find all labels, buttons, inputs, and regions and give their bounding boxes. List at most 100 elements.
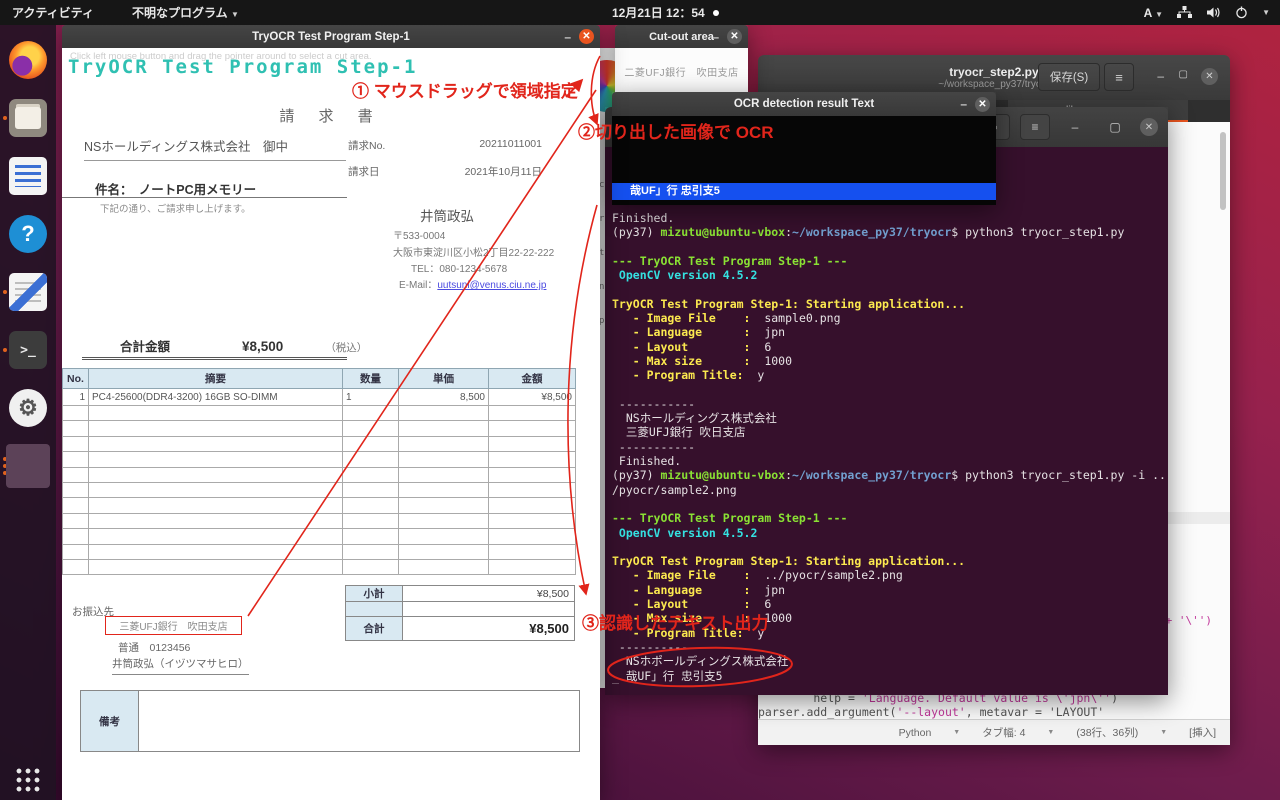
- invoice-date-label: 請求日: [348, 164, 380, 179]
- tax-included-note: （税込）: [325, 340, 367, 355]
- tax-label: [346, 602, 403, 617]
- invoice-number-row: 請求No. 20211011001: [348, 138, 542, 153]
- grand-total-row: 合計金額 ¥8,500 （税込）: [120, 336, 410, 355]
- terminal-line: [612, 240, 1166, 254]
- dock-item-tryocr-app[interactable]: [0, 439, 56, 493]
- terminal-line: █: [612, 683, 1166, 695]
- invoice-items-table: No.摘要数量単価金額1PC4-25600(DDR4-3200) 16GB SO…: [62, 368, 576, 575]
- invoice-date-value: 2021年10月11日: [465, 164, 542, 179]
- dock-item-settings[interactable]: ⚙: [0, 381, 56, 435]
- invoice-customer: NSホールディングス株式会社 御中: [84, 136, 346, 161]
- column-header: 金額: [489, 369, 576, 389]
- tryocr-window-title: TryOCR Test Program Step-1: [252, 31, 410, 43]
- grand-total-underline: [82, 357, 347, 360]
- dock-item-help[interactable]: ?: [0, 207, 56, 261]
- terminal-line: - Image File : ../pyocr/sample2.png: [612, 568, 1166, 582]
- ocr-result-selected-row[interactable]: 哉UF」行 忠引支5: [612, 183, 996, 200]
- chevron-down-icon: ▼: [1047, 729, 1054, 736]
- invoice-image-canvas[interactable]: Click left mouse button and drag the poi…: [62, 48, 600, 800]
- terminal-line: - Program Title: y: [612, 368, 1166, 382]
- bank-name: 三菱UFJ銀行 吹田支店: [119, 618, 227, 633]
- tryocr-app-icon: [6, 444, 50, 488]
- files-icon: [9, 99, 47, 137]
- terminal-body[interactable]: Finished.(py37) mizutu@ubuntu-vbox:~/wor…: [605, 147, 1168, 695]
- dock: ? >_ ⚙: [0, 25, 56, 800]
- hamburger-menu-icon[interactable]: ≡: [1020, 114, 1050, 140]
- clock-text: 12月21日 12：54: [612, 4, 705, 21]
- terminal-line: (py37) mizutu@ubuntu-vbox:~/workspace_py…: [612, 468, 1166, 482]
- power-icon[interactable]: [1235, 6, 1248, 19]
- invoice-greeting: 下記の通り、ご請求申し上げます。: [100, 201, 251, 215]
- close-icon[interactable]: ✕: [579, 29, 594, 44]
- volume-icon[interactable]: [1206, 6, 1221, 19]
- program-title-overlay: TryOCR Test Program Step-1: [68, 56, 417, 78]
- minimize-button[interactable]: –: [1060, 114, 1090, 140]
- dock-item-terminal[interactable]: >_: [0, 323, 56, 377]
- save-button[interactable]: 保存(S): [1038, 63, 1100, 91]
- clock[interactable]: 12月21日 12：54: [612, 4, 719, 21]
- terminal-line: --- TryOCR Test Program Step-1 ---: [612, 511, 1166, 525]
- settings-icon: ⚙: [9, 389, 47, 427]
- issuer-tel: TEL：080-1234-5678: [411, 260, 507, 275]
- terminal-line: - Max size : 1000: [612, 611, 1166, 625]
- table-empty-row: [63, 513, 576, 528]
- terminal-line: NSホポールディングス株式会社: [612, 654, 1166, 668]
- column-header: 単価: [399, 369, 489, 389]
- input-method-indicator[interactable]: A ▼: [1144, 6, 1164, 20]
- ocr-titlebar[interactable]: OCR detection result Text – ✕: [612, 92, 996, 116]
- chevron-down-icon: ▼: [1155, 10, 1163, 19]
- terminal-line: [612, 540, 1166, 554]
- statusbar-position: (38行、36列): [1076, 725, 1138, 740]
- terminal-line: -----------: [612, 397, 1166, 411]
- table-empty-row: [63, 421, 576, 436]
- chevron-down-icon[interactable]: ▼: [1262, 8, 1270, 17]
- close-icon[interactable]: ✕: [1140, 118, 1158, 136]
- statusbar-language[interactable]: Python: [899, 727, 932, 739]
- terminal-output: Finished.(py37) mizutu@ubuntu-vbox:~/wor…: [612, 211, 1166, 695]
- terminal-line: Finished.: [612, 454, 1166, 468]
- dock-item-libreoffice-writer[interactable]: [0, 149, 56, 203]
- invoice-date-row: 請求日 2021年10月11日: [348, 164, 542, 179]
- code-line: parser.add_argument('--layout', metavar …: [758, 705, 1230, 719]
- issuer-email-link[interactable]: uutsuni@venus.ciu.ne.jp: [437, 280, 546, 291]
- tryocr-titlebar[interactable]: TryOCR Test Program Step-1 – ✕: [62, 25, 600, 48]
- network-icon[interactable]: [1177, 6, 1192, 19]
- terminal-line: - Language : jpn: [612, 583, 1166, 597]
- activities-button[interactable]: アクティビティ: [12, 4, 94, 21]
- terminal-line: - Image File : sample0.png: [612, 311, 1166, 325]
- minimize-button[interactable]: –: [1157, 69, 1164, 83]
- subject-underline: [62, 197, 347, 198]
- minimize-button[interactable]: –: [960, 99, 967, 109]
- invoice-doc-title: 請 求 書: [62, 105, 600, 126]
- close-icon[interactable]: ✕: [1201, 68, 1218, 85]
- issuer-email-row: E-Mail：uutsuni@venus.ciu.ne.jp: [399, 276, 546, 291]
- hamburger-menu-icon[interactable]: ≡: [1104, 63, 1134, 91]
- cutout-title: Cut-out area: [649, 31, 714, 43]
- minimize-button[interactable]: –: [712, 32, 719, 42]
- table-empty-row: [63, 452, 576, 467]
- table-empty-row: [63, 498, 576, 513]
- terminal-line: TryOCR Test Program Step-1: Starting app…: [612, 297, 1166, 311]
- terminal-line: - Layout : 6: [612, 597, 1166, 611]
- dock-item-text-editor[interactable]: [0, 265, 56, 319]
- minimize-button[interactable]: –: [564, 32, 571, 42]
- terminal-line: --- TryOCR Test Program Step-1 ---: [612, 254, 1166, 268]
- dock-item-firefox[interactable]: [0, 33, 56, 87]
- close-icon[interactable]: ✕: [975, 97, 990, 112]
- selected-cut-area-box[interactable]: 三菱UFJ銀行 吹田支店: [105, 616, 242, 635]
- close-icon[interactable]: ✕: [727, 29, 742, 44]
- show-applications-button[interactable]: [16, 768, 40, 792]
- app-menu[interactable]: 不明なプログラム ▼: [132, 4, 239, 21]
- terminal-icon: >_: [9, 331, 47, 369]
- editor-scrollbar[interactable]: [1220, 132, 1226, 210]
- terminal-line: NSホールディングス株式会社: [612, 411, 1166, 425]
- cutout-titlebar[interactable]: Cut-out area – ✕: [615, 25, 748, 48]
- maximize-button[interactable]: ▢: [1179, 69, 1188, 80]
- ocr-result-window: OCR detection result Text – ✕ 哉UF」行 忠引支5: [612, 92, 996, 205]
- tax-value: [403, 602, 575, 617]
- statusbar-tabwidth[interactable]: タブ幅: 4: [982, 725, 1025, 740]
- terminal-line: Finished.: [612, 211, 1166, 225]
- dock-item-files[interactable]: [0, 91, 56, 145]
- maximize-button[interactable]: ▢: [1100, 114, 1130, 140]
- ime-label: A: [1144, 6, 1152, 20]
